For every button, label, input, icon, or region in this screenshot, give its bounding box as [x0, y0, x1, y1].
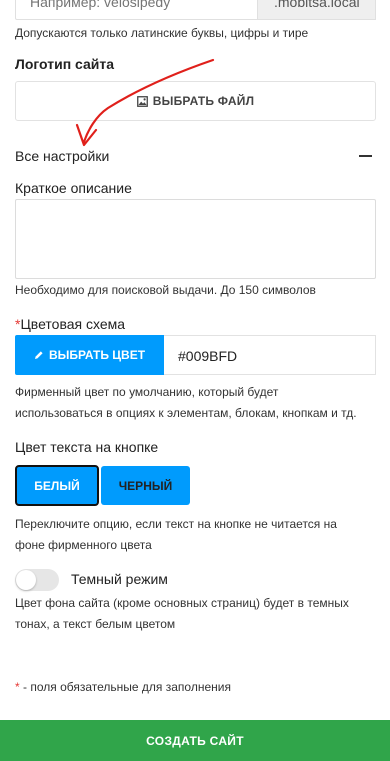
- choose-file-label: ВЫБРАТЬ ФАЙЛ: [152, 94, 255, 108]
- subdomain-help: Допускаются только латинские буквы, цифр…: [15, 26, 309, 40]
- choose-file-button[interactable]: ВЫБРАТЬ ФАЙЛ: [15, 81, 376, 121]
- subdomain-input[interactable]: [15, 0, 258, 20]
- choose-color-label: ВЫБРАТЬ ЦВЕТ: [48, 348, 146, 362]
- all-settings-label[interactable]: Все настройки: [15, 148, 109, 164]
- text-color-black-option[interactable]: ЧЕРНЫЙ: [101, 466, 190, 505]
- required-note-text: - поля обязательные для заполнения: [19, 680, 231, 694]
- color-scheme-help-1: Фирменный цвет по умолчанию, который буд…: [15, 385, 279, 399]
- dark-mode-help-2: тонах, а текст белым цветом: [15, 617, 176, 631]
- choose-color-button[interactable]: ВЫБРАТЬ ЦВЕТ: [15, 335, 164, 375]
- pencil-icon: [34, 351, 43, 359]
- button-text-color-help-2: фоне фирменного цвета: [15, 538, 152, 552]
- short-description-textarea[interactable]: [15, 199, 376, 279]
- logo-label: Логотип сайта: [15, 56, 115, 72]
- button-text-color-label: Цвет текста на кнопке: [15, 439, 159, 455]
- color-scheme-label: *Цветовая схема: [15, 316, 125, 332]
- short-description-label: Краткое описание: [15, 180, 132, 196]
- required-fields-note: * - поля обязательные для заполнения: [15, 676, 231, 698]
- minus-icon[interactable]: [359, 155, 372, 157]
- color-scheme-help-2: использоваться в опциях к элементам, бло…: [15, 406, 357, 420]
- image-icon: [136, 95, 148, 107]
- button-text-color-help-1: Переключите опцию, если текст на кнопке …: [15, 517, 337, 531]
- domain-suffix: .mobitsa.local: [257, 0, 376, 20]
- dark-mode-toggle[interactable]: [15, 569, 59, 591]
- text-color-white-option[interactable]: БЕЛЫЙ: [15, 465, 99, 506]
- color-scheme-label-text: Цветовая схема: [20, 316, 126, 332]
- dark-mode-label: Темный режим: [71, 571, 168, 587]
- color-hex-input[interactable]: #009BFD: [164, 335, 376, 375]
- toggle-knob: [16, 570, 36, 590]
- create-site-button[interactable]: СОЗДАТЬ САЙТ: [0, 720, 390, 761]
- short-description-help: Необходимо для поисковой выдачи. До 150 …: [15, 283, 316, 297]
- dark-mode-help-1: Цвет фона сайта (кроме основных страниц)…: [15, 596, 349, 610]
